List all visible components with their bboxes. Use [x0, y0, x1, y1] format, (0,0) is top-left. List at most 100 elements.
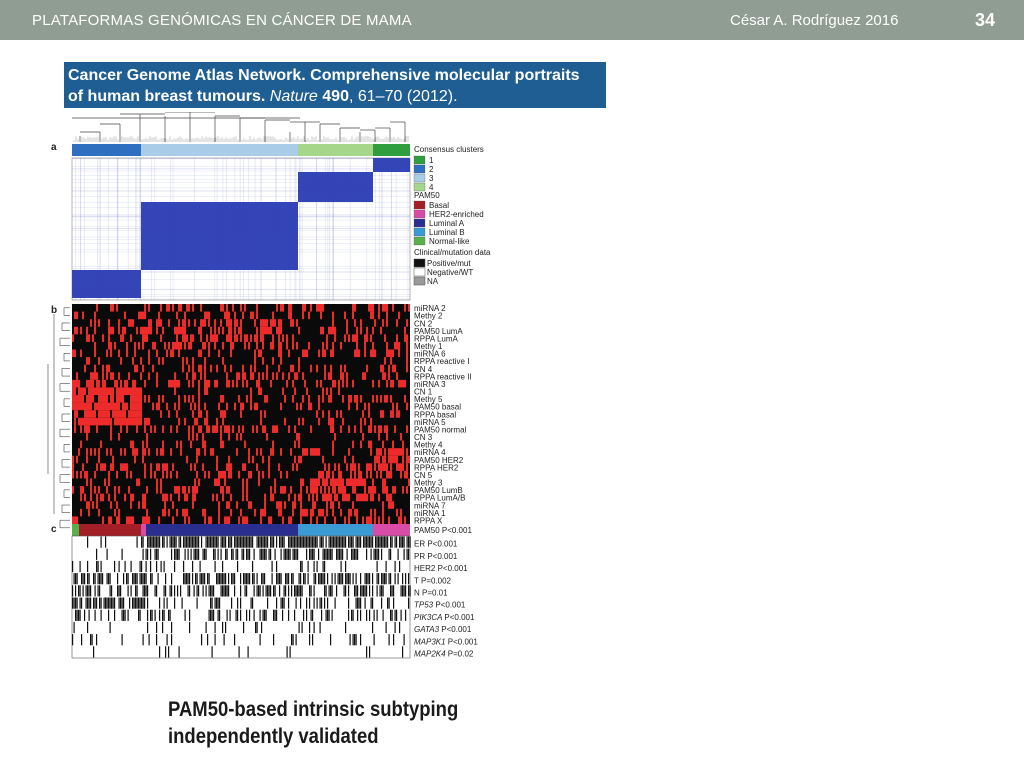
heatmap-cell — [186, 372, 188, 380]
heatmap-cell — [302, 349, 304, 358]
heatmap-cell — [222, 326, 224, 335]
heatmap-cell — [96, 501, 98, 509]
heatmap-cell — [404, 395, 406, 403]
heatmap-cell — [346, 319, 348, 327]
heatmap-cell — [322, 410, 324, 418]
clinical-mark — [96, 634, 98, 646]
heatmap-cell — [378, 493, 380, 502]
clinical-mark — [211, 597, 213, 609]
clinical-mark — [99, 597, 101, 609]
heatmap-cell — [304, 349, 306, 358]
heatmap-cell — [312, 478, 314, 487]
clinical-mark — [313, 536, 315, 548]
clinical-mark — [183, 573, 185, 585]
heatmap-cell — [160, 410, 162, 418]
clinical-mark — [406, 548, 408, 560]
heatmap-cell — [106, 448, 108, 456]
heatmap-cell — [96, 387, 98, 396]
legend-label: Basal — [429, 201, 449, 210]
heatmap-cell — [394, 341, 396, 350]
clinical-mark — [346, 548, 348, 560]
clinical-mark — [193, 585, 195, 597]
heatmap-cell — [302, 417, 304, 426]
clinical-mark — [108, 573, 110, 585]
heatmap-cell — [130, 402, 132, 411]
clinical-mark — [291, 536, 293, 548]
heatmap-cell — [366, 463, 368, 471]
heatmap-cell — [282, 387, 284, 396]
heatmap-cell — [348, 402, 350, 411]
heatmap-cell — [396, 341, 398, 350]
heatmap-cell — [204, 311, 206, 320]
heatmap-cell — [294, 455, 296, 464]
clinical-mark — [235, 536, 237, 548]
heatmap-cell — [170, 349, 172, 358]
heatmap-cell — [132, 516, 134, 524]
heatmap-cell — [86, 501, 88, 509]
clinical-mark — [301, 585, 303, 597]
heatmap-cell — [208, 379, 210, 388]
legend-label: Normal-like — [429, 237, 470, 246]
heatmap-cell — [192, 410, 194, 418]
heatmap-cell — [348, 425, 350, 433]
heatmap-cell — [150, 425, 152, 433]
clinical-mark — [240, 573, 242, 585]
clinical-mark — [253, 609, 255, 621]
heatmap-cell — [380, 425, 382, 433]
clinical-mark — [334, 573, 336, 585]
heatmap-cell — [236, 319, 238, 327]
clinical-mark — [147, 609, 149, 621]
heatmap-cell — [280, 349, 282, 358]
clinical-mark — [292, 634, 294, 646]
heatmap-cell — [316, 364, 318, 373]
heatmap-cell — [154, 341, 156, 350]
heatmap-cell — [78, 379, 80, 388]
heatmap-cell — [242, 372, 244, 380]
heatmap-cell — [246, 493, 248, 502]
clinical-mark — [150, 573, 152, 585]
heatmap-cell — [382, 455, 384, 464]
heatmap-cell — [178, 341, 180, 350]
slide-caption: PAM50-based intrinsic subtyping independ… — [168, 696, 538, 750]
clinical-mark — [159, 609, 161, 621]
clinical-mark — [307, 573, 309, 585]
clinical-mark — [162, 609, 164, 621]
panel-c-pvalue: P<0.001 — [427, 552, 458, 561]
heatmap-cell — [88, 334, 90, 342]
heatmap-cell — [322, 455, 324, 464]
heatmap-cell — [224, 425, 226, 433]
heatmap-cell — [84, 410, 86, 418]
panel-c-row-label: PAM50 P<0.001 — [414, 526, 472, 535]
heatmap-cell — [326, 478, 328, 487]
heatmap-cell — [400, 379, 402, 388]
heatmap-cell — [354, 319, 356, 327]
clinical-mark — [118, 560, 120, 573]
clinical-mark — [288, 609, 290, 621]
heatmap-cell — [316, 448, 318, 456]
heatmap-cell — [364, 334, 366, 342]
legend-label: Positive/mut — [427, 259, 471, 268]
clinical-mark — [109, 597, 111, 609]
clinical-mark — [360, 573, 362, 585]
heatmap-cell — [104, 478, 106, 487]
heatmap-cell — [194, 372, 196, 380]
heatmap-cell — [132, 493, 134, 502]
heatmap-cell — [382, 463, 384, 471]
clinical-mark — [262, 573, 264, 585]
heatmap-cell — [102, 372, 104, 380]
heatmap-cell — [270, 448, 272, 456]
heatmap-cell — [290, 486, 292, 494]
clinical-mark — [111, 585, 113, 597]
heatmap-cell — [90, 379, 92, 388]
heatmap-cell — [316, 486, 318, 494]
heatmap-cell — [196, 455, 198, 464]
clinical-mark — [270, 536, 272, 548]
heatmap-cell — [98, 357, 100, 365]
clinical-mark — [76, 573, 78, 585]
heatmap-cell — [286, 379, 288, 388]
heatmap-cell — [400, 516, 402, 524]
heatmap-cell — [228, 470, 230, 479]
heatmap-cell — [132, 379, 134, 388]
clinical-mark — [408, 536, 410, 548]
heatmap-cell — [136, 402, 138, 411]
